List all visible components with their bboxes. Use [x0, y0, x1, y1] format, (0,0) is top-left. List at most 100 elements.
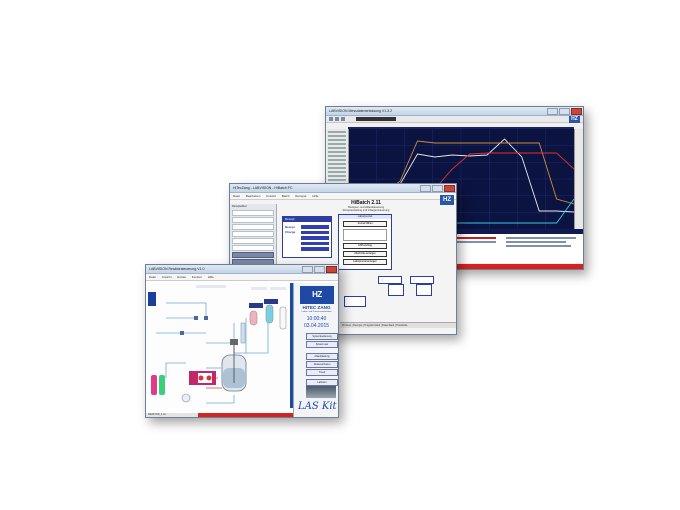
dropdown[interactable]	[196, 285, 226, 288]
dosing-tank[interactable]	[265, 304, 274, 324]
tree-row[interactable]	[232, 238, 274, 244]
tree-row[interactable]	[232, 217, 274, 223]
flow-node[interactable]	[344, 296, 366, 307]
recipe-tree-header: Rezepteditor	[232, 205, 247, 208]
thermostat-indicator	[206, 375, 212, 381]
maximize-icon[interactable]	[559, 108, 570, 115]
process-tabs[interactable]: Prozess | Rezepte | Programmlauf | Daten…	[340, 322, 456, 328]
dosing-button[interactable]: Dosiereinheiten	[306, 361, 338, 368]
balance-display	[264, 299, 278, 304]
save-icon[interactable]	[335, 117, 339, 121]
close-icon[interactable]	[444, 185, 455, 192]
tree-row[interactable]	[232, 224, 274, 230]
menu-item[interactable]: Ansicht	[266, 194, 276, 198]
batch-field[interactable]	[301, 230, 329, 234]
menu-item[interactable]: Bearbeiten	[246, 194, 261, 198]
field[interactable]	[301, 236, 329, 240]
brand-logo: HZ	[440, 195, 454, 205]
journal-button[interactable]: LIMS Auftrag	[343, 243, 387, 249]
minimize-icon[interactable]	[547, 108, 558, 115]
tool-strip[interactable]	[356, 117, 396, 121]
label-field	[270, 287, 286, 290]
menu-item[interactable]: Fenster	[192, 275, 202, 279]
reactor-titlebar[interactable]: LABVISION Reaktorsteuerung V1.0	[146, 265, 338, 274]
flow-node[interactable]	[416, 284, 432, 296]
recipe-pane: Rezept Rezept Charge	[282, 216, 332, 258]
brand-name: HITEC ZANG	[302, 305, 331, 310]
menu-item[interactable]: Datei	[233, 194, 240, 198]
alarm-bar	[198, 413, 293, 417]
reactor-window-title: LABVISION Reaktorsteuerung V1.0	[149, 267, 205, 271]
maximize-icon[interactable]	[314, 266, 325, 273]
date: 03.04.2015	[303, 323, 330, 329]
thermostat-indicator	[198, 375, 204, 381]
journal-button[interactable]: Laborjournal anzeigen	[343, 259, 387, 265]
flow-node[interactable]	[410, 276, 434, 284]
hibatch-titlebar[interactable]: HiTecZang - LABVISION - HiBatch PC	[230, 184, 456, 193]
system-off-button[interactable]: System aus	[306, 341, 338, 348]
minimize-icon[interactable]	[302, 266, 313, 273]
side-toolbar[interactable]	[148, 292, 156, 306]
tree-row[interactable]	[232, 231, 274, 237]
journal-pane: Laborjournal Journal öffnen LIMS Auftrag…	[338, 214, 392, 270]
system-control-button[interactable]: Systembedienung	[306, 333, 338, 340]
field[interactable]	[301, 241, 329, 245]
field[interactable]	[301, 247, 329, 251]
journal-text[interactable]	[343, 229, 387, 241]
reactor-window: LABVISION Reaktorsteuerung V1.0 Datei An…	[145, 264, 339, 418]
minimize-icon[interactable]	[420, 185, 431, 192]
flow-node[interactable]	[388, 284, 404, 296]
maximize-icon[interactable]	[432, 185, 443, 192]
hibatch-menubar: Datei Bearbeiten Ansicht Batch Rezepte H…	[230, 193, 456, 200]
recipe-label: Rezept	[285, 225, 295, 229]
journal-header: Laborjournal	[339, 215, 391, 219]
trend-toolbar	[326, 116, 583, 123]
tree-row-selected[interactable]	[232, 252, 274, 258]
dosing-tank[interactable]	[249, 310, 258, 326]
open-icon[interactable]	[329, 117, 333, 121]
gas-bottle[interactable]	[159, 375, 165, 395]
menu-item[interactable]: Hilfe	[208, 275, 214, 279]
app-subtitle: Rezeptur- und Ablaufsteuerung Rezepterst…	[342, 206, 390, 212]
recipe-pane-header: Rezept	[283, 217, 331, 222]
trend-button[interactable]: Trend	[306, 369, 338, 376]
dosing-tank[interactable]	[279, 306, 287, 330]
labcam-button[interactable]: LabCam	[306, 379, 338, 386]
menu-item[interactable]: Batch	[282, 194, 290, 198]
valve-icon[interactable]	[180, 331, 184, 335]
reactor-process-diagram[interactable]	[146, 283, 293, 408]
tree-row[interactable]	[232, 210, 274, 216]
flask[interactable]	[181, 393, 191, 403]
print-icon[interactable]	[341, 117, 345, 121]
tree-row[interactable]	[232, 245, 274, 251]
valve-icon[interactable]	[204, 316, 208, 320]
valve-icon[interactable]	[194, 316, 198, 320]
journal-button[interactable]: Abschnitte anzeigen	[343, 251, 387, 257]
schedule-button[interactable]: Ablaufplanung	[306, 353, 338, 360]
menu-item[interactable]: Hilfe	[312, 194, 318, 198]
control-panel: HZ HITEC ZANG Labor- und Prozessautomati…	[293, 283, 338, 417]
trend-window-titlebar[interactable]: LABVISION Messdatenerfassung V1.3.2	[326, 107, 583, 116]
menu-item[interactable]: Extras	[177, 275, 186, 279]
journal-button[interactable]: Journal öffnen	[343, 221, 387, 227]
clock: 10:00:40	[306, 316, 327, 322]
recipe-field[interactable]	[301, 225, 329, 229]
status-bar: REAKTOR_1.vis	[146, 413, 200, 417]
close-icon[interactable]	[326, 266, 337, 273]
stirrer-motor[interactable]	[230, 339, 238, 345]
batch-label: Charge	[285, 230, 296, 234]
menu-item[interactable]: Rezepte	[295, 194, 306, 198]
menu-item[interactable]: Datei	[149, 275, 156, 279]
label-field	[251, 287, 267, 290]
trend-window-title: LABVISION Messdatenerfassung V1.3.2	[329, 109, 393, 113]
hibatch-window-title: HiTecZang - LABVISION - HiBatch PC	[233, 186, 293, 190]
balance-display	[249, 303, 263, 308]
reactor-menubar: Datei Ansicht Extras Fenster Hilfe	[146, 274, 338, 281]
gas-bottle[interactable]	[151, 375, 157, 395]
flow-node[interactable]	[378, 276, 402, 284]
menu-item[interactable]: Ansicht	[162, 275, 172, 279]
brand-logo: HZ	[300, 286, 334, 304]
condenser[interactable]	[240, 322, 246, 344]
close-icon[interactable]	[571, 108, 582, 115]
camera-image	[306, 386, 336, 398]
